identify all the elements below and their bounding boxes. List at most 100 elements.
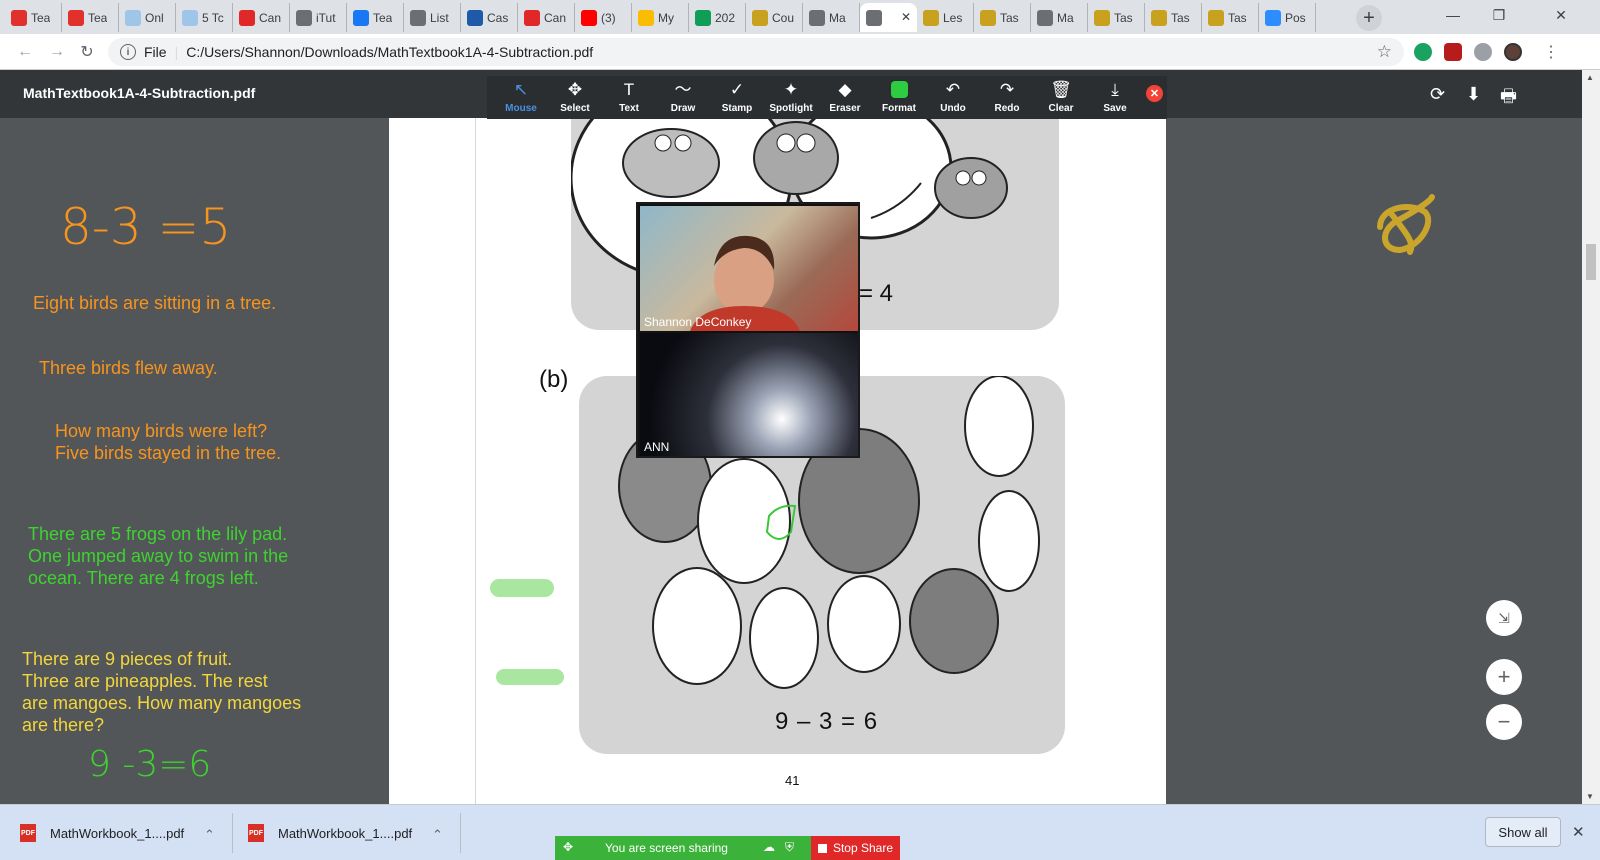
format-icon [871,81,927,102]
download-2-chevron-icon[interactable]: ⌃ [432,827,443,843]
scroll-thumb[interactable] [1586,244,1596,280]
download-item-2[interactable]: PDF MathWorkbook_1....pdf [248,813,412,853]
equation-b: 9 – 3 = 6 [775,708,879,735]
annotation-close-button[interactable]: ✕ [1146,85,1163,102]
tool-redo[interactable]: ↷ Redo [979,76,1035,119]
stop-icon [817,843,827,853]
restore-button[interactable]: ❐ [1476,0,1522,30]
tool-label: Text [619,103,639,114]
scroll-up-icon[interactable]: ▲ [1586,73,1594,82]
yellow-scribble [1377,194,1435,255]
tab-title: Can [544,10,567,25]
browser-tab[interactable]: 5 Tc [176,3,233,32]
new-tab-button[interactable]: + [1356,5,1382,31]
drag-handle-icon[interactable]: ✥ [563,840,573,854]
participant-name-2: ANN [644,440,670,454]
browser-tab[interactable]: Tas [974,3,1031,32]
download-separator [232,813,233,853]
video-tile-ann[interactable]: ANN [640,333,858,456]
fit-page-button[interactable]: ⇲ [1486,600,1522,636]
play-icon [239,9,255,26]
minimize-button[interactable]: — [1430,0,1476,30]
note-line-4: Five birds stayed in the tree. [55,443,282,463]
video-tile-shannon[interactable]: Shannon DeConkey [640,206,858,331]
browser-tab[interactable]: ✕ [860,3,917,32]
tool-spotlight[interactable]: ✦ Spotlight [763,76,819,119]
video-thumbnail-panel[interactable]: Shannon DeConkey ANN [636,202,860,458]
scroll-down-icon[interactable]: ▼ [1586,792,1594,801]
tool-mouse[interactable]: ↖ Mouse [493,76,549,119]
browser-tab[interactable]: Can [518,3,575,32]
profile-avatar[interactable] [1504,43,1522,61]
exercise-label-b: (b) [539,366,569,393]
tab-title: Ma [1057,10,1074,25]
zoom-in-button[interactable]: + [1486,659,1522,695]
text-icon: T [623,80,635,99]
address-bar[interactable]: i File | C:/Users/Shannon/Downloads/Math… [108,38,1404,66]
tool-save[interactable]: ⤓ Save [1087,76,1143,119]
download-icon[interactable]: ⬇ [1466,84,1481,105]
browser-tab[interactable]: Cou [746,3,803,32]
tab-title: Cas [487,10,509,25]
tab-title: 5 Tc [202,10,224,25]
browser-tab[interactable]: Tas [1202,3,1259,32]
globe-icon [866,9,882,26]
download-item-1[interactable]: PDF MathWorkbook_1....pdf [20,813,184,853]
tab-close-icon[interactable]: ✕ [901,10,911,24]
eraser-icon: ◆ [838,80,852,99]
browser-tab[interactable]: Ma [803,3,860,32]
browser-tab[interactable]: 202 [689,3,746,32]
tool-format[interactable]: Format [871,76,927,119]
tool-eraser[interactable]: ◆ Eraser [817,76,873,119]
browser-tab[interactable]: Tas [1088,3,1145,32]
download-1-chevron-icon[interactable]: ⌃ [204,827,215,843]
tool-stamp[interactable]: ✓ Stamp [709,76,765,119]
browser-tab[interactable]: Onl [119,3,176,32]
tool-label: Save [1103,103,1127,114]
browser-tab[interactable]: My [632,3,689,32]
site-info-icon[interactable]: i [120,44,136,60]
sharing-status-text: You are screen sharing [605,841,728,855]
stop-share-button[interactable]: Stop Share [811,836,900,860]
tool-clear[interactable]: 🗑 Clear [1033,76,1089,119]
chrome-menu-icon[interactable]: ⋮ [1540,41,1562,63]
browser-tab[interactable]: Tea [62,3,119,32]
show-all-button[interactable]: Show all [1485,817,1561,847]
rotate-icon[interactable]: ⟳ [1430,84,1445,105]
browser-tab[interactable]: Les [917,3,974,32]
sharing-status[interactable]: ✥ You are screen sharing ☁ ⛨ [555,836,811,860]
browser-tab[interactable]: Tea [5,3,62,32]
browser-tab[interactable]: Pos [1259,3,1316,32]
window-close-button[interactable]: ✕ [1522,0,1600,30]
tool-text[interactable]: T Text [601,76,657,119]
tool-draw[interactable]: 〜 Draw [655,76,711,119]
green-highlight-mark [496,669,564,685]
tool-undo[interactable]: ↶ Undo [925,76,981,119]
forward-button[interactable]: → [46,41,68,63]
extension-icon[interactable] [1474,43,1492,61]
ublock-extension-icon[interactable] [1444,43,1462,61]
tab-title: Onl [145,10,164,25]
browser-tab[interactable]: Cas [461,3,518,32]
reload-button[interactable]: ↻ [76,41,98,63]
browser-tab[interactable]: (3) [575,3,632,32]
OET-icon [182,9,198,26]
print-icon[interactable]: 🖶 [1500,84,1517,114]
browser-tab[interactable]: iTut [290,3,347,32]
L-icon [467,9,483,26]
vertical-scrollbar[interactable]: ▲ ▼ [1582,70,1600,804]
browser-tab[interactable]: Tea [347,3,404,32]
browser-tab[interactable]: List [404,3,461,32]
evernote-extension-icon[interactable] [1414,43,1432,61]
zoom-out-button[interactable]: − [1486,704,1522,740]
back-button[interactable]: ← [14,41,36,63]
tool-select[interactable]: ✥ Select [547,76,603,119]
doc-icon [980,9,996,26]
bookmark-star-icon[interactable]: ☆ [1377,42,1392,62]
downloads-close-icon[interactable]: ✕ [1572,823,1585,841]
url-text[interactable]: C:/Users/Shannon/Downloads/MathTextbook1… [186,44,593,60]
browser-tab[interactable]: Tas [1145,3,1202,32]
browser-tab[interactable]: Ma [1031,3,1088,32]
globe-icon [410,9,426,26]
browser-tab[interactable]: Can [233,3,290,32]
